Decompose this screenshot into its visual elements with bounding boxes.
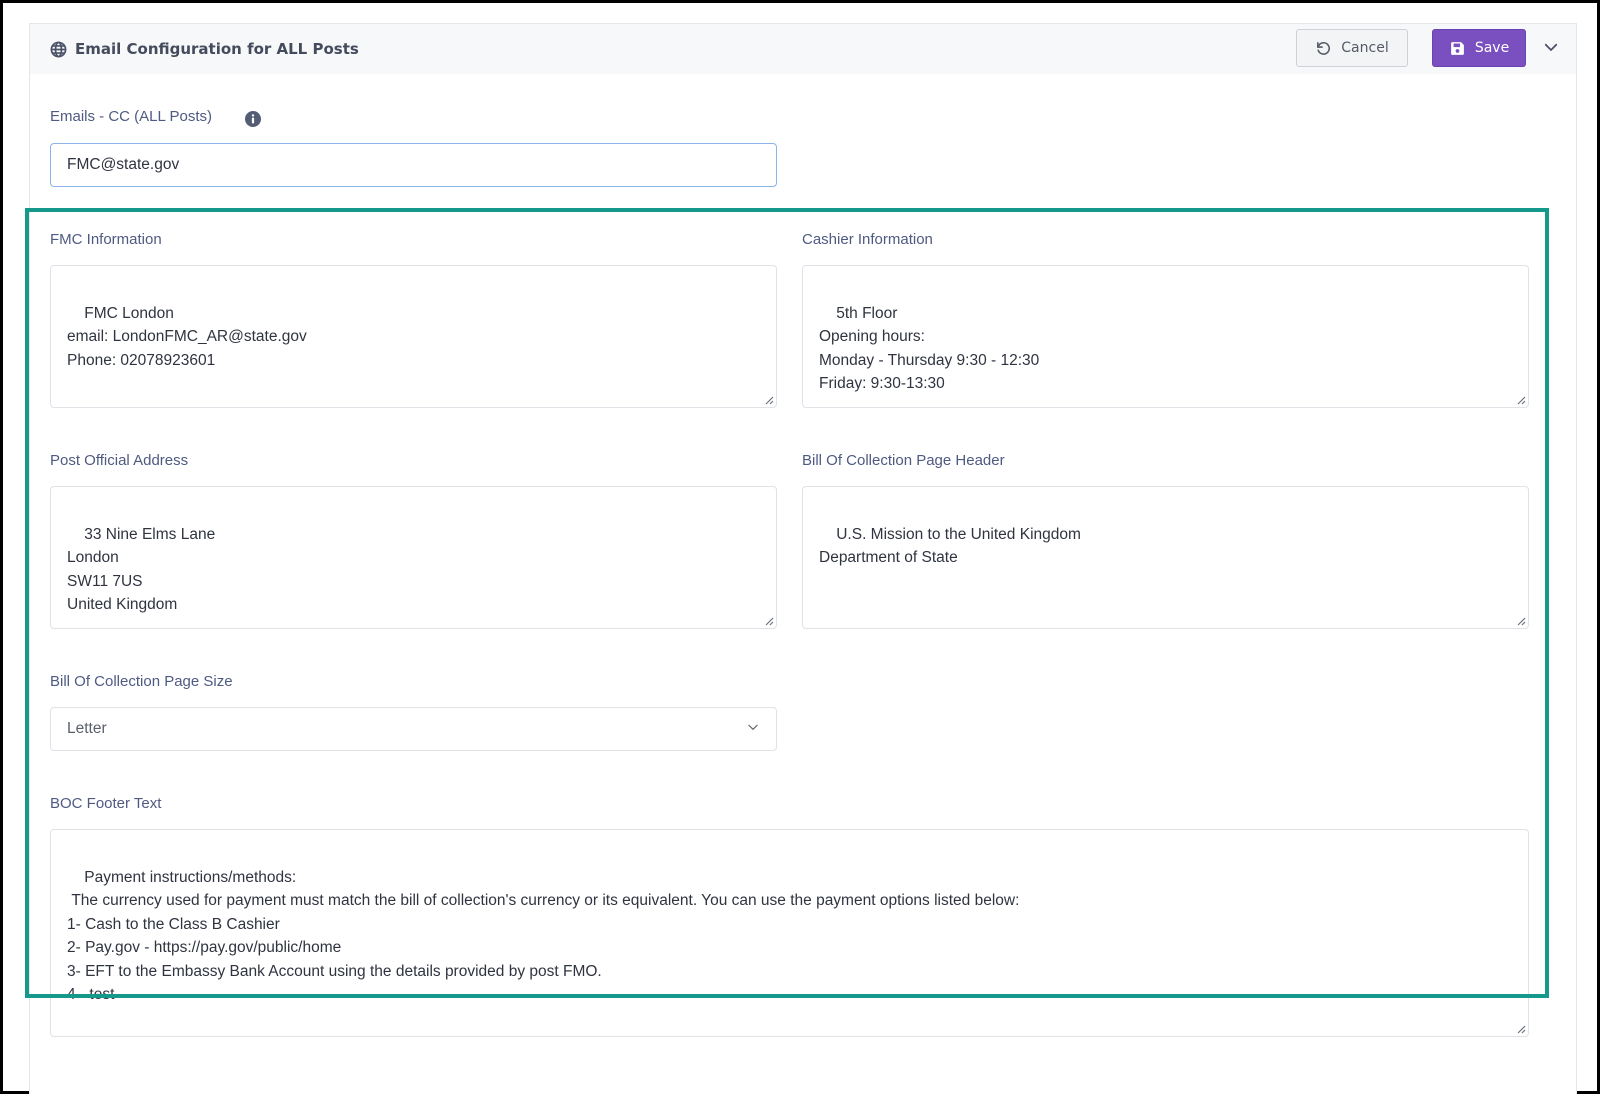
resize-handle-icon[interactable] xyxy=(764,616,774,626)
resize-handle-icon[interactable] xyxy=(1516,616,1526,626)
chevron-down-icon xyxy=(1542,38,1560,60)
globe-icon xyxy=(50,41,67,58)
save-button[interactable]: Save xyxy=(1432,29,1526,67)
boc-footer-text-label: BOC Footer Text xyxy=(50,795,162,812)
post-official-address-textarea[interactable]: 33 Nine Elms Lane London SW11 7US United… xyxy=(50,486,777,629)
boc-page-size-label: Bill Of Collection Page Size xyxy=(50,673,233,690)
fmc-information-textarea[interactable]: FMC London email: LondonFMC_AR@state.gov… xyxy=(50,265,777,408)
cashier-information-text: 5th Floor Opening hours: Monday - Thursd… xyxy=(819,304,1040,393)
post-official-address-text: 33 Nine Elms Lane London SW11 7US United… xyxy=(67,525,216,614)
fmc-information-label: FMC Information xyxy=(50,231,162,248)
screenshot-frame: Email Configuration for ALL Posts Cancel… xyxy=(0,0,1600,1094)
emails-cc-input[interactable]: FMC@state.gov xyxy=(50,143,777,187)
undo-icon xyxy=(1315,40,1332,57)
boc-footer-text: Payment instructions/methods: The curren… xyxy=(67,868,1020,1004)
resize-handle-icon[interactable] xyxy=(1516,1024,1526,1034)
post-official-address-label: Post Official Address xyxy=(50,452,189,469)
emails-cc-label: Emails - CC (ALL Posts) xyxy=(50,108,212,125)
resize-handle-icon[interactable] xyxy=(764,395,774,405)
boc-page-header-textarea[interactable]: U.S. Mission to the United Kingdom Depar… xyxy=(802,486,1529,629)
page-title: Email Configuration for ALL Posts xyxy=(75,40,359,58)
boc-page-header-label: Bill Of Collection Page Header xyxy=(802,452,1005,469)
fmc-information-text: FMC London email: LondonFMC_AR@state.gov… xyxy=(67,304,307,369)
cashier-information-textarea[interactable]: 5th Floor Opening hours: Monday - Thursd… xyxy=(802,265,1529,408)
cashier-information-label: Cashier Information xyxy=(802,231,933,248)
boc-footer-text-textarea[interactable]: Payment instructions/methods: The curren… xyxy=(50,829,1529,1037)
info-icon[interactable] xyxy=(245,111,261,127)
floppy-disk-icon xyxy=(1449,40,1466,57)
boc-page-size-value: Letter xyxy=(67,720,107,737)
resize-handle-icon[interactable] xyxy=(1516,395,1526,405)
chevron-down-icon xyxy=(746,720,760,739)
cancel-button-label: Cancel xyxy=(1341,40,1389,56)
boc-page-size-select[interactable]: Letter xyxy=(50,707,777,751)
panel-title-group: Email Configuration for ALL Posts xyxy=(50,24,359,74)
collapse-toggle[interactable] xyxy=(1538,36,1564,62)
cancel-button[interactable]: Cancel xyxy=(1296,29,1408,67)
boc-page-header-text: U.S. Mission to the United Kingdom Depar… xyxy=(819,525,1081,567)
save-button-label: Save xyxy=(1474,40,1510,56)
panel-header: Email Configuration for ALL Posts Cancel… xyxy=(29,23,1577,75)
